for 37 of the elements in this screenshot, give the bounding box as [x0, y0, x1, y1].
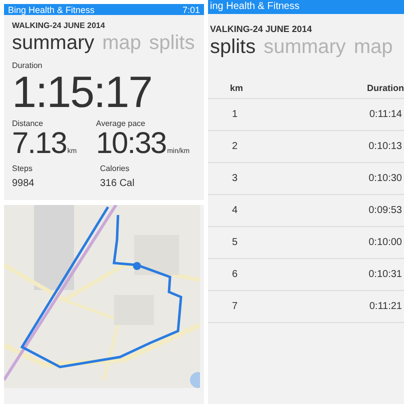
table-cell-text: 0:11:21: [369, 300, 402, 314]
app-name: Bing Health & Fitness: [8, 4, 95, 14]
table-cell-text: 6: [232, 268, 238, 282]
count-label: Steps: [12, 164, 34, 174]
stat-value: 10:33: [96, 129, 166, 159]
table-cell-text: 3: [232, 172, 238, 186]
pivot-tab[interactable]: splits: [149, 31, 195, 55]
duration-value: 1:15:17: [12, 71, 153, 115]
clock-time: 7:01: [182, 4, 200, 14]
activity-title: VALKING-24 JUNE 2014: [210, 24, 313, 35]
pivot-tab[interactable]: summary: [264, 35, 346, 59]
stat-value: 7.13: [12, 129, 66, 159]
table-cell-text: 7: [232, 300, 238, 314]
table-cell-text: 0:10:31: [368, 268, 402, 282]
count-value: 9984: [12, 178, 36, 190]
table-cell-text: 0:10:30: [368, 172, 402, 186]
table-cell-text: 4: [232, 204, 238, 218]
pivot-tab[interactable]: map: [102, 31, 142, 55]
activity-title: WALKING-24 JUNE 2014: [12, 21, 106, 31]
stat-label: Average pace: [96, 119, 146, 129]
table-cell-text: 0:09:53: [368, 204, 402, 218]
count-value: 316 Cal: [100, 178, 134, 190]
stat-label: Distance: [12, 119, 44, 129]
table-cell-text: 2: [232, 140, 238, 154]
table-cell-text: 5: [232, 236, 238, 250]
table-cell-text: 0:11:14: [369, 108, 402, 122]
column-header: Duration: [367, 82, 404, 95]
duration-label: Duration: [12, 61, 44, 71]
table-cell-text: 1: [232, 108, 238, 122]
app-name: ing Health & Fitness: [210, 1, 300, 13]
pivot-tab[interactable]: map: [354, 35, 393, 59]
pivot-tab[interactable]: summary: [12, 31, 94, 55]
table-cell-text: 0:10:00: [368, 236, 402, 250]
table-cell-text: 0:10:13: [368, 140, 402, 154]
column-header: km: [230, 82, 244, 95]
pivot-tab[interactable]: splits: [210, 35, 256, 59]
count-label: Calories: [100, 164, 130, 174]
